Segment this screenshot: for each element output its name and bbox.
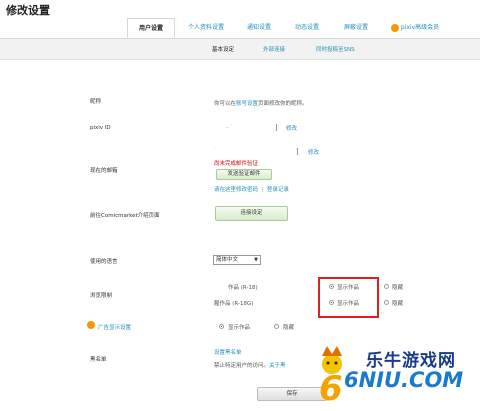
reset-password-link[interactable]: 请在这里修改密码 — [214, 187, 258, 193]
email-links: 请在这里修改密码 | 登录记录 — [214, 185, 289, 193]
email-change-link[interactable]: 修改 — [308, 148, 319, 156]
pixiv-icon — [87, 321, 95, 329]
dropdown-arrow-icon: ▼ — [254, 257, 258, 263]
pixiv-id-change-link[interactable]: 修改 — [286, 124, 297, 132]
email-unverified-warning: 尚未完成邮件验证 — [214, 161, 259, 167]
tab-pixiv-premium-label: pixiv高级会员 — [400, 24, 440, 31]
r18-hide-label: 隐藏 — [392, 285, 404, 291]
login-history-link[interactable]: 登录记录 — [267, 187, 289, 193]
ad-settings-label[interactable]: 广告显示设置 — [98, 323, 131, 331]
separator — [297, 148, 298, 155]
r18g-hide-radio[interactable] — [384, 300, 389, 305]
save-button[interactable]: 保存 — [257, 387, 327, 401]
pixiv-id-value-redacted: _ · — [226, 122, 233, 128]
email-value-redacted: · — [214, 146, 216, 152]
blacklist-desc-text: 禁止特定用户的访问。 — [214, 363, 270, 369]
separator — [276, 124, 277, 131]
tab-user-settings[interactable]: 用户设置 — [127, 18, 175, 38]
nickname-label: 昵称 — [90, 99, 102, 105]
pixiv-id-label: pixiv ID — [90, 125, 111, 131]
language-select-value: 简体中文 — [216, 257, 239, 263]
separator: | — [259, 187, 266, 193]
tab-activity-settings[interactable]: 动态设置 — [284, 18, 330, 38]
r18-hide-radio[interactable] — [384, 284, 389, 289]
subtab-sns[interactable]: 同时投稿至SNS — [316, 45, 355, 53]
language-select[interactable]: 简体中文 ▼ — [213, 255, 261, 265]
nickname-desc-before: 你可以在 — [214, 101, 237, 107]
connect-settings-button[interactable]: 连接设定 — [215, 206, 288, 221]
r18g-hide-label: 隐藏 — [392, 301, 404, 307]
tab-notification-settings[interactable]: 通知设置 — [236, 18, 282, 38]
ads-hide-radio[interactable] — [274, 324, 279, 329]
language-label: 使用的语言 — [90, 259, 118, 265]
tab-pixiv-premium[interactable]: pixiv高级会员 — [382, 18, 448, 38]
nickname-desc: 你可以在账号设置页面修改你的昵称。 — [214, 99, 308, 107]
watermark-domain: 6NIU.COM — [344, 368, 464, 392]
pixiv-icon — [390, 23, 399, 32]
r18g-label: 腥作品 (R-18G) — [214, 301, 254, 307]
tab-profile-settings[interactable]: 个人资料设置 — [178, 18, 234, 38]
svg-text:6: 6 — [319, 369, 343, 407]
subtab-external[interactable]: 外部连接 — [263, 45, 285, 53]
ads-show-radio[interactable] — [219, 324, 224, 329]
account-settings-link[interactable]: 账号设置 — [236, 101, 258, 107]
tab-block-settings[interactable]: 屏蔽设置 — [333, 18, 379, 38]
site-watermark: 6 乐牛游戏网 6NIU.COM — [318, 332, 478, 411]
highlight-box — [318, 277, 379, 318]
settings-tabbar: 用户设置 个人资料设置 通知设置 动态设置 屏蔽设置 pixiv高级会员 — [0, 14, 480, 39]
comicmarket-label: 前往Comicmarket介绍页面 — [90, 213, 160, 219]
settings-subtabbar: 基本设定 外部连接 同时投稿至SNS — [0, 39, 480, 60]
blacklist-desc: 禁止特定用户的访问。关于黑 — [214, 361, 286, 369]
email-label: 现在的邮箱 — [90, 168, 118, 174]
r18-label: 作品 (R-18) — [228, 285, 258, 291]
browsing-restriction-label: 浏览限制 — [90, 293, 113, 299]
ads-hide-label: 隐藏 — [283, 325, 295, 331]
about-blacklist-link[interactable]: 关于黑 — [269, 363, 286, 369]
ads-show-label: 显示作品 — [228, 325, 251, 331]
send-verification-email-button[interactable]: 发送验证邮件 — [216, 169, 272, 180]
nickname-desc-after: 页面修改你的昵称。 — [258, 101, 308, 107]
subtab-basic[interactable]: 基本设定 — [212, 45, 234, 53]
blacklist-label: 黑名单 — [90, 357, 107, 363]
set-blacklist-link[interactable]: 设置黑名单 — [214, 348, 242, 356]
